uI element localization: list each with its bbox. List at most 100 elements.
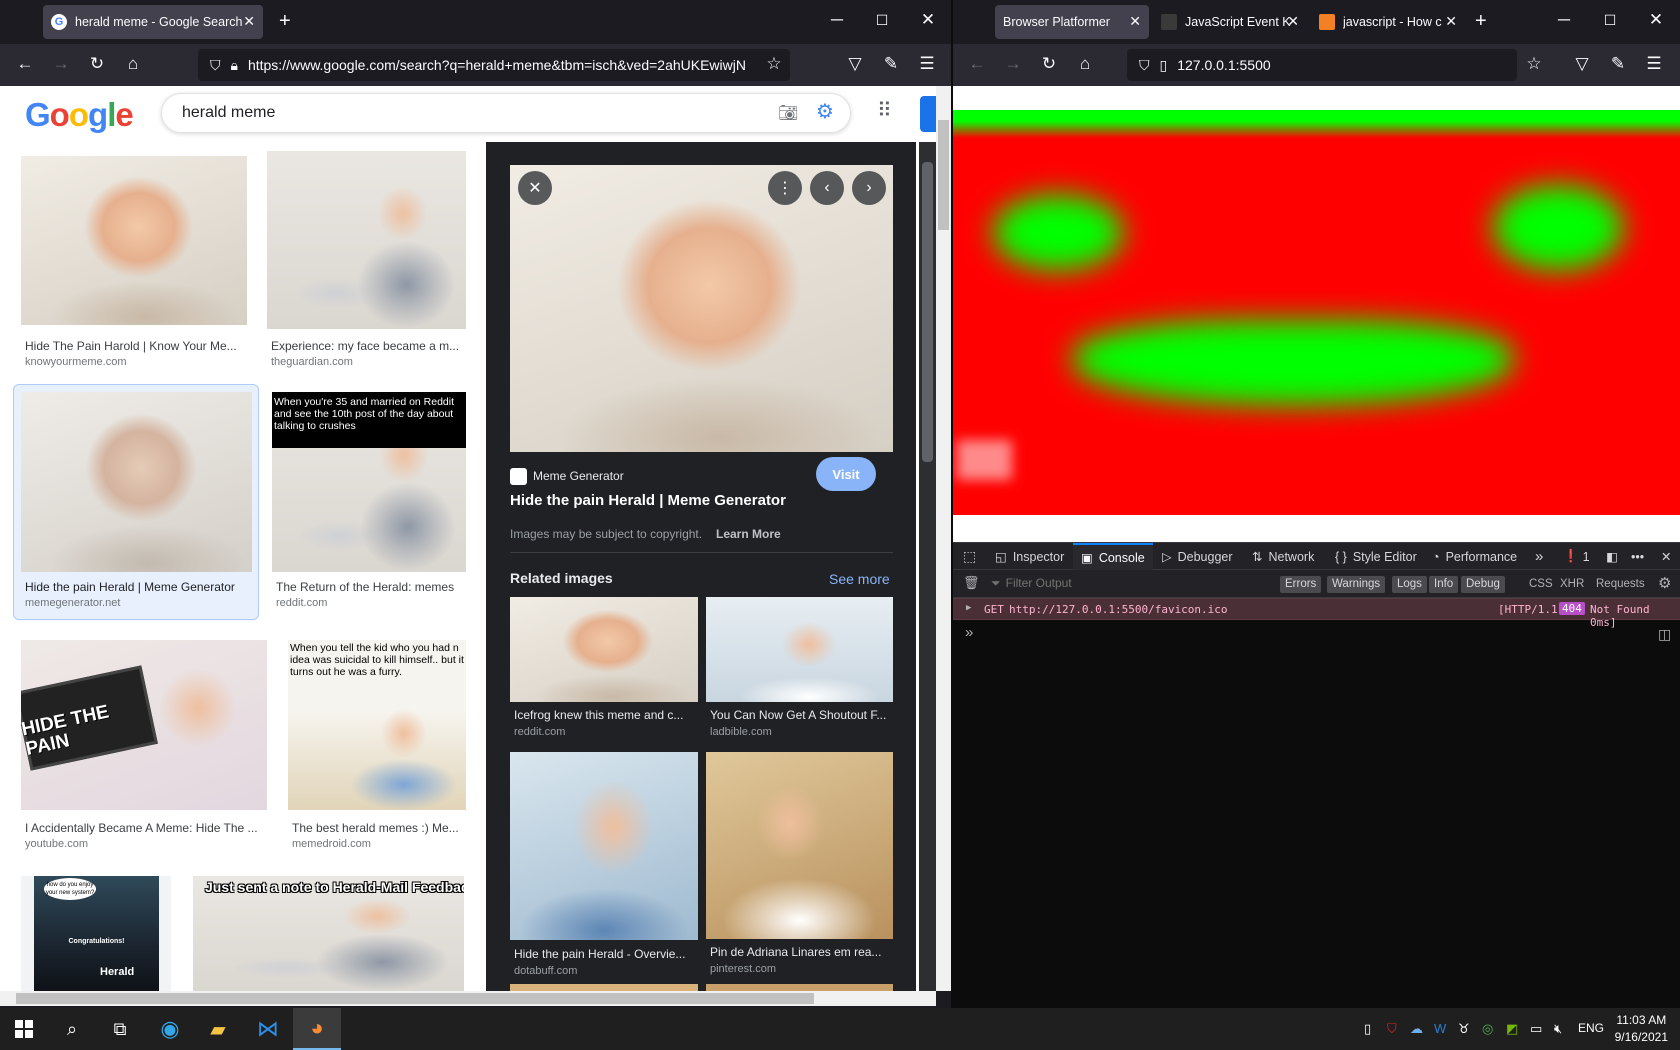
related-thumb[interactable] bbox=[510, 597, 698, 702]
next-icon[interactable]: › bbox=[852, 171, 886, 205]
filter-errors[interactable]: Errors bbox=[1280, 576, 1322, 593]
wrench-icon[interactable]: ✎ bbox=[1606, 54, 1630, 74]
google-logo[interactable]: Google bbox=[25, 96, 134, 134]
task-view-icon[interactable]: ⧉ bbox=[96, 1008, 144, 1050]
result-title[interactable]: I Accidentally Became A Meme: Hide The .… bbox=[25, 821, 265, 835]
url-bar[interactable]: ⛉ ▯ 127.0.0.1:5500 bbox=[1127, 49, 1517, 81]
expand-icon[interactable]: ▶ bbox=[966, 603, 971, 613]
tab-js-event-keycodes[interactable]: JavaScript Event K ✕ bbox=[1153, 5, 1307, 39]
result-title[interactable]: Experience: my face became a m... bbox=[271, 339, 466, 353]
file-explorer-icon[interactable]: ▰ bbox=[194, 1008, 242, 1050]
start-icon[interactable] bbox=[0, 1008, 48, 1050]
clock[interactable]: 11:03 AM 9/16/2021 bbox=[1615, 1012, 1668, 1046]
filter-xhr[interactable]: XHR bbox=[1560, 576, 1584, 593]
tray-cloud-icon[interactable]: ☁ bbox=[1410, 1021, 1423, 1037]
edge-icon[interactable]: ◉ bbox=[146, 1008, 194, 1050]
related-thumb[interactable] bbox=[706, 984, 893, 991]
close-tab-icon[interactable]: ✕ bbox=[1445, 13, 1457, 30]
result-thumb-heraldmail[interactable]: Just sent a note to Herald-Mail Feedback bbox=[193, 876, 464, 991]
more-tools-icon[interactable]: » bbox=[1535, 543, 1543, 570]
filter-warnings[interactable]: Warnings bbox=[1327, 576, 1386, 593]
tray-antivirus-icon[interactable]: ⛉ bbox=[1387, 1021, 1397, 1037]
filter-css[interactable]: CSS bbox=[1529, 576, 1553, 593]
result-thumb-congrats[interactable]: how do you enjoy your new system? Congra… bbox=[34, 876, 159, 991]
tray-word-icon[interactable]: W bbox=[1434, 1021, 1446, 1036]
tray-nvidia-icon[interactable]: ◩ bbox=[1506, 1021, 1518, 1037]
minimize-icon[interactable]: ─ bbox=[822, 10, 852, 30]
apps-grid-icon[interactable]: ⠿ bbox=[877, 98, 892, 123]
vscode-icon[interactable]: ⋈ bbox=[244, 1008, 292, 1050]
pocket-icon[interactable]: ▽ bbox=[1570, 54, 1594, 74]
tray-app-icon[interactable]: ♉ bbox=[1458, 1021, 1470, 1037]
console-prompt[interactable]: » bbox=[965, 624, 973, 641]
tab-google-search[interactable]: G herald meme - Google Search ✕ bbox=[43, 5, 263, 39]
error-count-badge[interactable]: ❗ 1 bbox=[1563, 543, 1590, 570]
filter-requests[interactable]: Requests bbox=[1596, 576, 1645, 593]
filter-logs[interactable]: Logs bbox=[1392, 576, 1427, 593]
home-icon[interactable]: ⌂ bbox=[1073, 54, 1097, 74]
viewer-scroll-thumb[interactable] bbox=[922, 162, 933, 462]
tab-performance[interactable]: ◔ Performance bbox=[1432, 543, 1517, 570]
console-error-row[interactable]: ▶ GET http://127.0.0.1:5500/favicon.ico … bbox=[953, 598, 1680, 629]
element-picker-icon[interactable]: ⬚ bbox=[963, 543, 976, 570]
result-thumb-guardian[interactable] bbox=[267, 151, 466, 329]
maximize-icon[interactable]: ☐ bbox=[1595, 12, 1625, 29]
result-thumb-youtube[interactable]: HIDE THE PAIN bbox=[21, 640, 267, 810]
filter-input[interactable]: ⏷ Filter Output bbox=[991, 576, 1072, 591]
search-icon[interactable]: ⌕ bbox=[48, 1008, 96, 1050]
tab-browser-platformer[interactable]: Browser Platformer ✕ bbox=[995, 5, 1149, 39]
devtools-close-icon[interactable]: ✕ bbox=[1661, 543, 1671, 570]
scroll-thumb[interactable] bbox=[938, 120, 949, 230]
tray-usb-icon[interactable]: ▯ bbox=[1364, 1021, 1371, 1037]
related-thumb[interactable] bbox=[706, 752, 893, 939]
network-icon[interactable]: ▭ bbox=[1530, 1021, 1542, 1037]
window-close-icon[interactable]: ✕ bbox=[913, 10, 943, 30]
viewer-scrollbar[interactable] bbox=[919, 142, 936, 991]
tab-console[interactable]: ▣ Console bbox=[1073, 543, 1153, 570]
editor-mode-icon[interactable]: ◫ bbox=[1658, 626, 1671, 643]
reload-icon[interactable]: ↻ bbox=[1037, 54, 1061, 74]
related-thumb[interactable] bbox=[510, 984, 698, 991]
close-tab-icon[interactable]: ✕ bbox=[1129, 13, 1141, 30]
filter-debug[interactable]: Debug bbox=[1461, 576, 1505, 593]
related-title[interactable]: Pin de Adriana Linares em rea... bbox=[710, 945, 893, 959]
request-url[interactable]: http://127.0.0.1:5500/favicon.ico bbox=[1009, 603, 1228, 616]
new-tab-icon[interactable]: + bbox=[279, 10, 291, 33]
see-more-link[interactable]: See more bbox=[829, 571, 890, 587]
dock-icon[interactable]: ◧ bbox=[1606, 543, 1618, 570]
language-indicator[interactable]: ENG bbox=[1578, 1021, 1604, 1035]
firefox-icon[interactable]: ◕ bbox=[293, 1008, 341, 1050]
filter-info[interactable]: Info bbox=[1429, 576, 1459, 593]
clear-console-icon[interactable]: 🗑︎ bbox=[963, 575, 980, 591]
search-icon[interactable]: ⚙ bbox=[816, 99, 834, 124]
related-title[interactable]: You Can Now Get A Shoutout F... bbox=[710, 708, 893, 722]
forward-icon[interactable]: → bbox=[1001, 54, 1025, 74]
preview-image[interactable] bbox=[510, 165, 893, 452]
related-thumb[interactable] bbox=[510, 752, 698, 940]
tab-debugger[interactable]: ▷ Debugger bbox=[1162, 543, 1233, 570]
minimize-icon[interactable]: ─ bbox=[1549, 10, 1579, 30]
window-close-icon[interactable]: ✕ bbox=[1641, 10, 1671, 30]
new-tab-icon[interactable]: + bbox=[1475, 10, 1487, 33]
result-title[interactable]: The Return of the Herald: memes bbox=[276, 580, 466, 594]
scroll-thumb[interactable] bbox=[16, 993, 814, 1004]
volume-muted-icon[interactable]: 🔇︎ bbox=[1554, 1021, 1562, 1037]
menu-icon[interactable]: ☰ bbox=[915, 54, 939, 74]
close-preview-icon[interactable]: ✕ bbox=[518, 171, 552, 205]
reload-icon[interactable]: ↻ bbox=[85, 54, 109, 74]
back-icon[interactable]: ← bbox=[13, 54, 37, 74]
result-thumb-memedroid[interactable]: When you tell the kid who you had n idea… bbox=[288, 640, 466, 810]
tray-sync-icon[interactable]: ◎ bbox=[1482, 1021, 1493, 1037]
result-thumb-memegenerator[interactable] bbox=[21, 392, 252, 572]
home-icon[interactable]: ⌂ bbox=[121, 54, 145, 74]
page-vertical-scrollbar[interactable] bbox=[936, 86, 951, 991]
game-canvas[interactable] bbox=[953, 110, 1680, 515]
back-icon[interactable]: ← bbox=[965, 54, 989, 74]
menu-icon[interactable]: ☰ bbox=[1642, 54, 1666, 74]
learn-more-link[interactable]: Learn More bbox=[716, 527, 781, 541]
bookmark-star-icon[interactable]: ☆ bbox=[762, 54, 786, 74]
visit-button[interactable]: Visit bbox=[816, 457, 876, 491]
result-title[interactable]: Hide The Pain Harold | Know Your Me... bbox=[25, 339, 245, 353]
preview-title[interactable]: Hide the pain Herald | Meme Generator bbox=[510, 492, 786, 509]
close-tab-icon[interactable]: ✕ bbox=[243, 13, 255, 30]
